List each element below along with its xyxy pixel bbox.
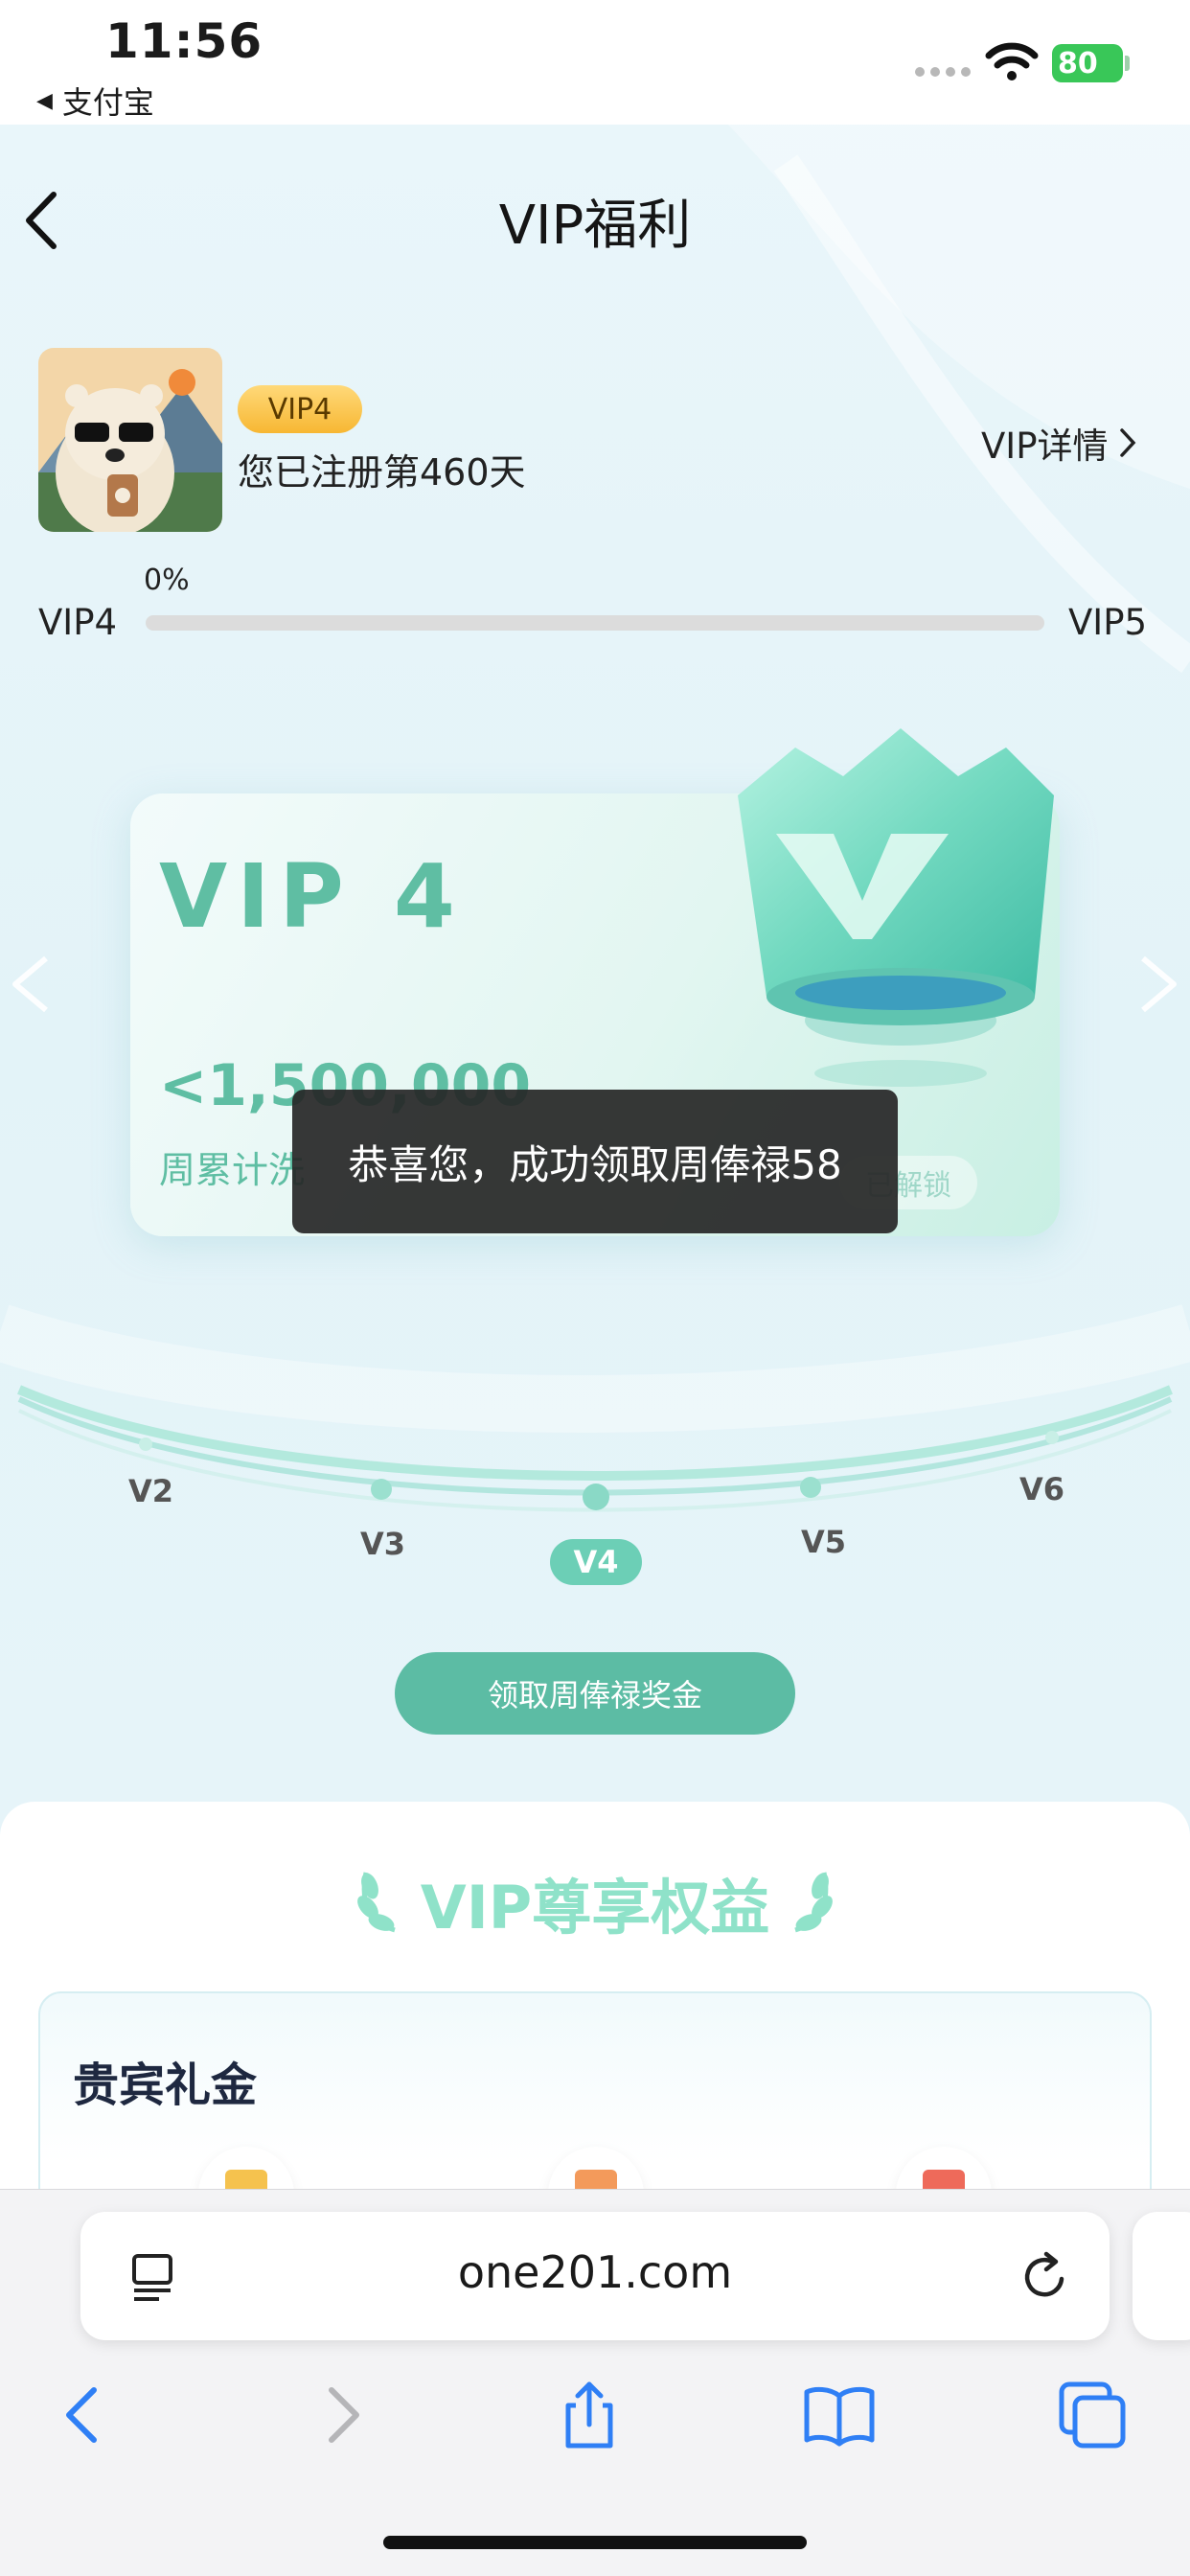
url-text[interactable]: one201.com [80, 2246, 1110, 2298]
laurel-right-icon [794, 1872, 833, 1933]
vip-detail-link[interactable]: VIP详情 [981, 417, 1137, 469]
level-v5[interactable]: V5 [801, 1524, 846, 1560]
back-to-app[interactable]: ◀ 支付宝 [36, 79, 154, 123]
chevron-right-icon [1119, 428, 1135, 457]
avatar [38, 348, 222, 532]
battery-level: 80 [1058, 46, 1098, 80]
share-icon[interactable] [551, 2377, 628, 2453]
gift-section-title: 贵宾礼金 [73, 2058, 258, 2112]
crown-icon [738, 728, 1054, 1087]
progress-percent: 0% [144, 564, 190, 597]
vip-level-badge: VIP4 [238, 385, 362, 433]
claim-weekly-bonus-button[interactable]: 领取周俸禄奖金 [395, 1652, 795, 1735]
progress-current-level: VIP4 [38, 602, 118, 643]
vip-detail-label: VIP详情 [981, 426, 1109, 467]
back-icon[interactable] [46, 2377, 123, 2453]
back-app-label: 支付宝 [61, 84, 154, 121]
address-bar-next-tab[interactable] [1133, 2212, 1190, 2340]
vip-card-title: VIP 4 [159, 845, 465, 948]
home-indicator [383, 2536, 807, 2549]
carousel-prev-icon[interactable] [8, 951, 56, 1018]
level-v4-current[interactable]: V4 [550, 1539, 642, 1585]
level-v3[interactable]: V3 [360, 1526, 405, 1562]
battery-indicator: 80 [1052, 44, 1123, 82]
bear-avatar-icon [38, 348, 222, 532]
cellular-signal-icon [915, 67, 971, 77]
back-triangle-icon: ◀ [36, 88, 53, 113]
success-toast: 恭喜您，成功领取周俸禄58 [292, 1090, 898, 1233]
forward-icon[interactable] [303, 2377, 379, 2453]
wifi-icon [985, 42, 1039, 80]
benefits-title: VIP尊享权益 [420, 1873, 770, 1943]
carousel-next-icon[interactable] [1133, 951, 1181, 1018]
battery-tip-icon [1125, 56, 1130, 71]
vip-progress-bar [146, 615, 1044, 631]
registered-days: 您已注册第460天 [238, 451, 526, 494]
status-time: 11:56 [105, 13, 263, 69]
vip-card-subtitle: 周累计洗 [159, 1149, 306, 1191]
level-v6[interactable]: V6 [1019, 1471, 1064, 1507]
tabs-icon[interactable] [1054, 2377, 1131, 2453]
page-title: VIP福利 [498, 195, 692, 257]
level-v2[interactable]: V2 [128, 1473, 173, 1509]
reload-icon[interactable] [1019, 2250, 1071, 2304]
status-bar: 11:56 ◀ 支付宝 80 [0, 0, 1190, 125]
progress-next-level: VIP5 [1068, 602, 1148, 643]
bookmarks-icon[interactable] [801, 2377, 878, 2453]
